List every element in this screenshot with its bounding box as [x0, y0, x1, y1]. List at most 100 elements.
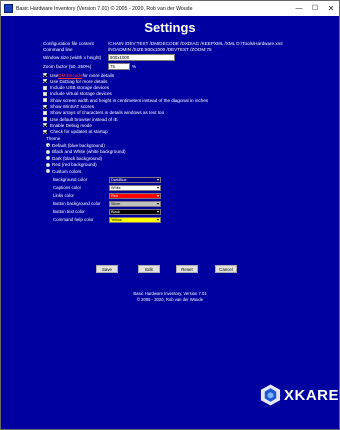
- color-select[interactable]: White ▾: [109, 184, 161, 191]
- option-checkbox[interactable]: [43, 85, 47, 90]
- option-checkbox[interactable]: [43, 110, 47, 115]
- option-row[interactable]: Use DxDiag for more details: [43, 78, 107, 84]
- option-row[interactable]: Include virtual storage devices: [43, 91, 112, 97]
- option-row[interactable]: Use default browser instead of IE: [43, 116, 118, 122]
- option-label: Enable Debug mode: [50, 122, 92, 128]
- option-row[interactable]: Use DMIDecode for more details: [43, 72, 114, 78]
- xkare-logo-icon: [260, 384, 281, 406]
- chevron-down-icon[interactable]: ▾: [157, 209, 160, 214]
- color-setting-row: Captions color White ▾: [53, 184, 161, 191]
- option-label: Include virtual storage devices: [50, 91, 112, 97]
- option-row[interactable]: Show screen width and height in centimet…: [43, 97, 208, 103]
- option-row[interactable]: Show arrays of characters in details win…: [43, 110, 164, 116]
- color-select[interactable]: DarkBlue ▾: [109, 176, 161, 183]
- command-line-value: /NOADMIN /SIZE:800x1000 /DEVTEST /ZOOM:7…: [108, 47, 212, 52]
- option-checkbox[interactable]: [43, 98, 47, 103]
- close-button[interactable]: ✕: [323, 1, 339, 16]
- zoom-factor-row: Zoom factor (50..250%) 75 %: [43, 63, 136, 70]
- chevron-down-icon[interactable]: ▾: [157, 185, 160, 190]
- option-label: Show WinSAT scores: [50, 104, 94, 109]
- zoom-factor-input[interactable]: 75: [108, 63, 130, 70]
- color-setting-label: Button background color: [53, 201, 101, 206]
- config-file-value: /CHAIN /DEV:TEST /DMIDECODE /DXDIAG /KEE…: [108, 41, 283, 46]
- color-setting-label: Button text color: [53, 209, 85, 214]
- color-setting-row: Links color Red ▾: [53, 192, 161, 199]
- color-select[interactable]: Silver ▾: [109, 200, 161, 207]
- option-checkbox[interactable]: [43, 91, 47, 96]
- theme-label: Theme: [46, 136, 61, 141]
- theme-option[interactable]: Black and White (white background): [46, 149, 126, 155]
- maximize-button[interactable]: ☐: [307, 1, 323, 16]
- theme-option-label: Black and White (white background): [52, 149, 126, 154]
- option-checkbox[interactable]: [43, 123, 47, 128]
- window-size-row: Window size (width x height) 800x1000: [43, 54, 175, 61]
- option-checkbox[interactable]: [43, 117, 47, 122]
- color-setting-row: Button text color Black ▾: [53, 208, 161, 215]
- save-button[interactable]: Save: [96, 265, 118, 273]
- theme-radio[interactable]: [46, 162, 50, 167]
- option-row[interactable]: Include USB storage devices: [43, 85, 109, 91]
- theme-option[interactable]: Red (red background): [46, 162, 97, 168]
- option-link[interactable]: DMIDecode: [58, 73, 82, 78]
- command-line-label: Command line: [43, 47, 73, 52]
- app-icon: [4, 4, 13, 13]
- option-label: Show arrays of characters in details win…: [50, 110, 165, 116]
- settings-panel: Settings Configuration file content /CHA…: [1, 16, 339, 429]
- theme-option[interactable]: Custom colors: [46, 168, 81, 174]
- page-title: Settings: [144, 20, 196, 35]
- chevron-down-icon[interactable]: ▾: [157, 177, 160, 182]
- option-label: Check for updates at startup: [50, 129, 108, 135]
- watermark-logo: XKARE: [259, 379, 339, 411]
- color-setting-row: Background color DarkBlue ▾: [53, 176, 161, 183]
- color-select[interactable]: Red ▾: [109, 192, 161, 199]
- option-row[interactable]: Show WinSAT scores: [43, 104, 94, 110]
- color-setting-row: Button background color Silver ▾: [53, 200, 161, 207]
- theme-option-label: Default (blue background): [52, 142, 105, 148]
- theme-option[interactable]: Dark (black background): [46, 155, 102, 161]
- title-bar[interactable]: Basic Hardware Inventory (Version 7.01) …: [1, 1, 339, 16]
- option-row[interactable]: Check for updates at startup: [43, 129, 108, 135]
- edit-button[interactable]: Edit: [138, 265, 160, 273]
- option-checkbox[interactable]: [43, 104, 47, 109]
- chevron-down-icon[interactable]: ▾: [157, 193, 160, 198]
- theme-radio[interactable]: [46, 169, 50, 173]
- color-select[interactable]: Yellow ▾: [109, 216, 161, 223]
- option-label: Use DxDiag for more details: [50, 78, 108, 84]
- theme-radio[interactable]: [46, 143, 50, 147]
- option-label: Show screen width and height in centimet…: [50, 97, 209, 103]
- option-label: Include USB storage devices: [50, 85, 109, 91]
- minimize-button[interactable]: —: [291, 1, 307, 16]
- config-file-label: Configuration file content: [43, 41, 94, 46]
- option-label: Use default browser instead of IE: [50, 116, 118, 122]
- theme-radio[interactable]: [46, 156, 50, 160]
- option-label: Use: [50, 72, 59, 78]
- color-setting-row: Command help color Yellow ▾: [53, 216, 161, 223]
- color-select[interactable]: Black ▾: [109, 208, 161, 215]
- footer-copyright: © 2005 - 2020, Rob van der Woude: [136, 297, 204, 302]
- color-select-value: White: [111, 185, 121, 190]
- cancel-button[interactable]: Cancel: [215, 265, 237, 273]
- option-row[interactable]: Enable Debug mode: [43, 122, 92, 128]
- chevron-down-icon[interactable]: ▾: [157, 201, 160, 206]
- theme-option[interactable]: Default (blue background): [46, 142, 105, 148]
- theme-radio[interactable]: [46, 149, 50, 154]
- color-select-value: Red: [111, 193, 118, 198]
- chevron-down-icon[interactable]: ▾: [157, 217, 160, 222]
- color-setting-label: Command help color: [53, 217, 94, 222]
- window-size-input[interactable]: 800x1000: [108, 54, 175, 61]
- theme-option-label: Custom colors: [52, 168, 82, 174]
- window-size-label: Window size (width x height): [43, 55, 102, 60]
- option-checkbox[interactable]: [43, 79, 47, 84]
- option-checkbox[interactable]: [43, 129, 47, 134]
- color-setting-label: Background color: [53, 177, 88, 182]
- option-label-suffix: for more details: [82, 72, 115, 78]
- zoom-factor-label: Zoom factor (50..250%): [43, 64, 92, 69]
- reset-button[interactable]: Reset: [176, 265, 198, 273]
- zoom-unit: %: [132, 64, 137, 69]
- footer-version: Basic Hardware Inventory, Version 7.01: [133, 291, 207, 296]
- command-line-row: Command line /NOADMIN /SIZE:800x1000 /DE…: [43, 47, 212, 52]
- config-file-row: Configuration file content /CHAIN /DEV:T…: [43, 41, 283, 46]
- option-checkbox[interactable]: [43, 73, 47, 77]
- app-window: Basic Hardware Inventory (Version 7.01) …: [0, 0, 340, 430]
- logo-text: XKARE: [283, 386, 339, 404]
